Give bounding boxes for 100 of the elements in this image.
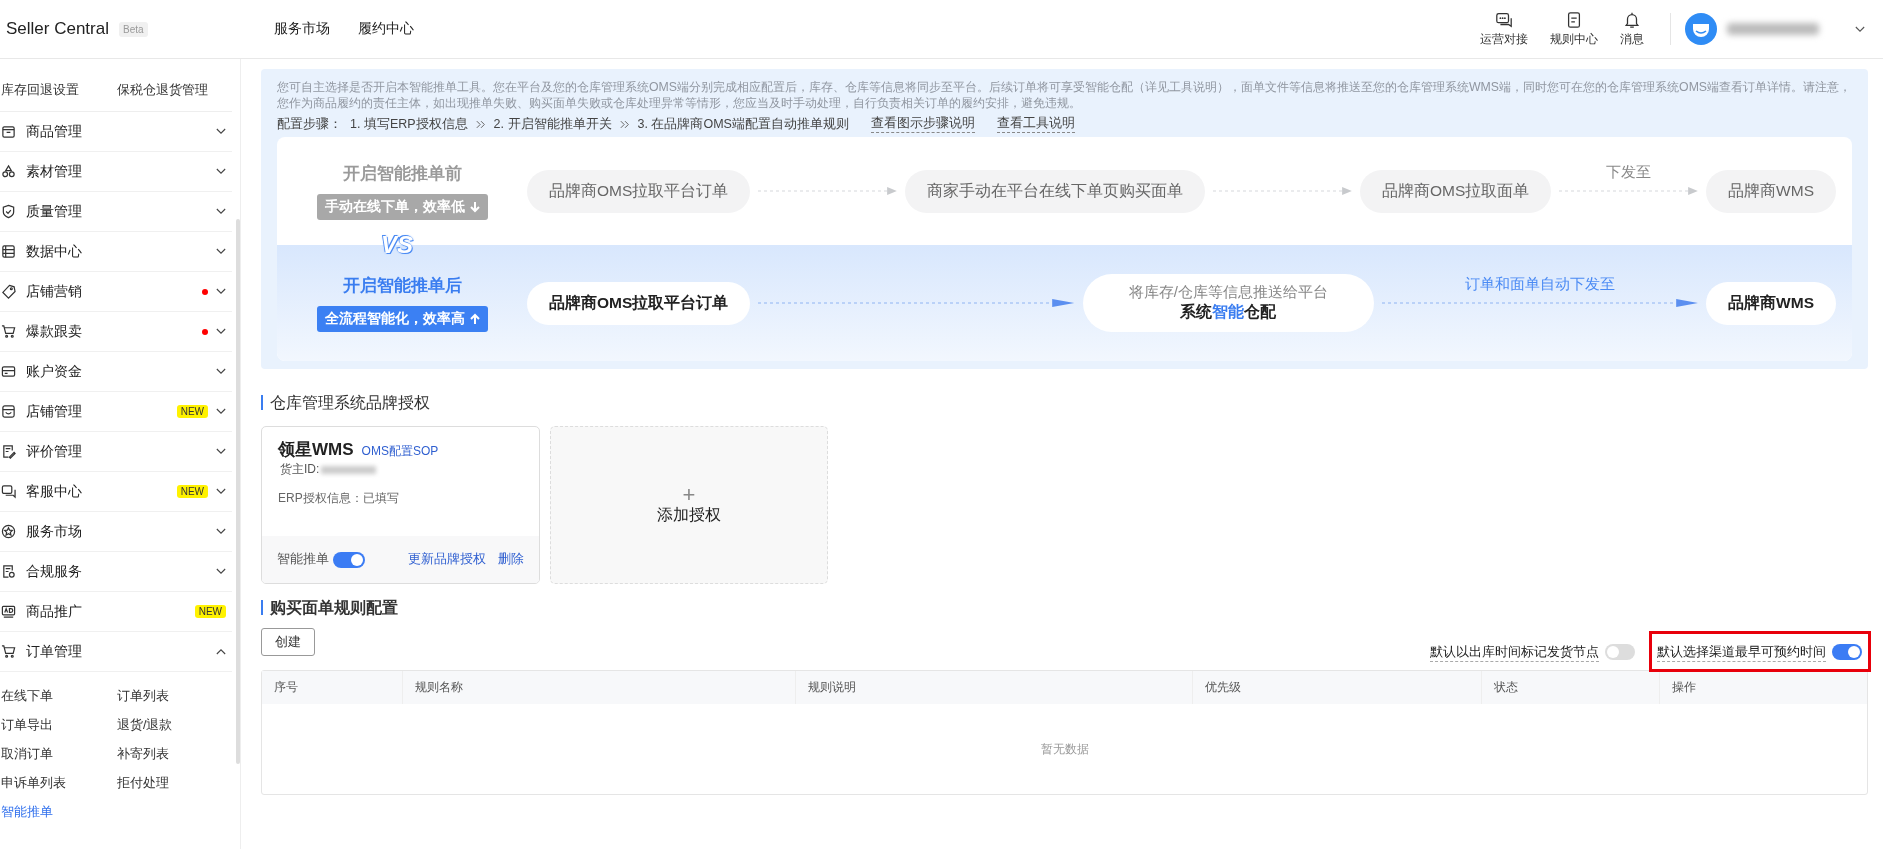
- connector-label: 下发至: [1606, 163, 1652, 182]
- sidebar-item[interactable]: 素材管理: [26, 162, 82, 181]
- help-link[interactable]: 查看工具说明: [996, 115, 1075, 133]
- caret-icon[interactable]: [216, 248, 226, 255]
- scrollbar[interactable]: [236, 219, 240, 764]
- sidebar-item[interactable]: 数据中心: [26, 242, 82, 261]
- shield-icon: [1, 204, 16, 219]
- nav-link[interactable]: 履约中心: [358, 20, 414, 38]
- ad-icon: [1, 604, 16, 619]
- double-chevron-icon: [475, 119, 486, 129]
- new-badge: NEW: [194, 605, 226, 618]
- flow-title: 开启智能推单后: [342, 275, 462, 297]
- nav-link[interactable]: 服务市场: [274, 20, 330, 38]
- sidebar-item[interactable]: 合规服务: [26, 562, 82, 581]
- add-authorization-card[interactable]: + 添加授权: [550, 426, 828, 584]
- caret-icon[interactable]: [216, 408, 226, 415]
- sidebar-item[interactable]: 客服中心: [26, 482, 82, 501]
- caret-icon[interactable]: [216, 328, 226, 335]
- sidebar-link[interactable]: 保税仓退货管理: [117, 80, 233, 100]
- sidebar-item[interactable]: 账户资金: [26, 362, 82, 381]
- sidebar-item[interactable]: 商品管理: [26, 122, 82, 141]
- caret-icon[interactable]: [216, 448, 226, 455]
- double-chevron-icon: [619, 119, 630, 129]
- action-label[interactable]: 规则中心: [1550, 30, 1598, 48]
- caret-icon[interactable]: [216, 288, 226, 295]
- doc-icon: [1, 564, 16, 579]
- star-icon: [1, 524, 16, 539]
- sidebar-item[interactable]: 评价管理: [26, 442, 82, 461]
- brand-name: 领星WMS: [278, 439, 354, 461]
- avatar-icon[interactable]: [1685, 13, 1717, 45]
- caret-icon[interactable]: [1855, 25, 1865, 33]
- step-text: 2. 开启智能推单开关: [493, 115, 612, 133]
- chat-icon[interactable]: [1495, 10, 1513, 29]
- bell-icon[interactable]: [1623, 10, 1641, 29]
- sidebar-link[interactable]: 订单列表: [117, 686, 233, 706]
- sidebar-link[interactable]: 智能推单: [1, 802, 117, 822]
- cart-icon: [1, 324, 16, 339]
- sidebar-item[interactable]: 商品推广: [26, 602, 82, 621]
- flow-step: 品牌商WMS: [1706, 169, 1836, 213]
- blurred-owner-id: [321, 465, 377, 474]
- connector-label: 订单和面单自动下发至: [1464, 275, 1615, 294]
- sidebar-link[interactable]: 退货/退款: [117, 715, 233, 735]
- sidebar-link[interactable]: 补寄列表: [117, 744, 233, 764]
- efficiency-tag: 全流程智能化，效率高: [324, 310, 465, 328]
- caret-icon[interactable]: [216, 568, 226, 575]
- sidebar-link[interactable]: 取消订单: [1, 744, 117, 764]
- sidebar-item[interactable]: 爆款跟卖: [26, 322, 82, 341]
- box-icon: [1, 124, 16, 139]
- caret-icon[interactable]: [216, 368, 226, 375]
- step-text: 3. 在品牌商OMS端配置自动推单规则: [637, 115, 849, 133]
- data-icon: [1, 244, 16, 259]
- sidebar-item[interactable]: 服务市场: [26, 522, 82, 541]
- review-icon: [1, 444, 16, 459]
- caret-icon[interactable]: [216, 648, 226, 655]
- toggle-label: 默认选择渠道最早可预约时间: [1657, 642, 1826, 662]
- new-badge: NEW: [176, 485, 208, 498]
- sidebar-item[interactable]: 订单管理: [26, 642, 82, 661]
- toggle-switch[interactable]: [333, 551, 365, 568]
- sop-link[interactable]: OMS配置SOP: [361, 443, 439, 460]
- sidebar-item[interactable]: 店铺营销: [26, 282, 82, 301]
- card-action-link[interactable]: 删除: [498, 551, 524, 568]
- caret-icon[interactable]: [216, 168, 226, 175]
- logo-text: Seller Central: [6, 19, 109, 39]
- flow-title: 开启智能推单前: [342, 163, 462, 185]
- create-button[interactable]: 创建: [261, 628, 315, 656]
- toggle-label: 默认以出库时间标记发货节点: [1430, 642, 1599, 662]
- sidebar-link[interactable]: 库存回退设置: [1, 80, 117, 100]
- column-header: 规则名称: [403, 671, 796, 704]
- action-label[interactable]: 运营对接: [1480, 30, 1528, 48]
- sidebar-item[interactable]: 质量管理: [26, 202, 82, 221]
- flow-step: 品牌商OMS拉取平台订单: [527, 281, 751, 325]
- wallet-icon: [1, 364, 16, 379]
- sidebar-link[interactable]: 在线下单: [1, 686, 117, 706]
- column-header: 优先级: [1193, 671, 1482, 704]
- toggle-label: 智能推单: [277, 551, 329, 568]
- flow-step: 品牌商WMS: [1706, 281, 1836, 325]
- cart-icon: [1, 644, 16, 659]
- card-action-link[interactable]: 更新品牌授权: [408, 551, 486, 568]
- sidebar-link[interactable]: 订单导出: [1, 715, 117, 735]
- sidebar-item[interactable]: 店铺管理: [26, 402, 82, 421]
- document-icon[interactable]: [1565, 10, 1583, 29]
- sidebar-link[interactable]: 申诉单列表: [1, 773, 117, 793]
- column-header: 序号: [262, 671, 403, 704]
- toggle-switch[interactable]: [1832, 644, 1862, 660]
- shapes-icon: [1, 164, 16, 179]
- caret-icon[interactable]: [216, 128, 226, 135]
- toggle-switch[interactable]: [1605, 644, 1635, 660]
- action-label[interactable]: 消息: [1620, 30, 1644, 48]
- arrow-down-icon: [469, 201, 480, 213]
- sidebar-link[interactable]: 拒付处理: [117, 773, 233, 793]
- column-header: 操作: [1671, 679, 1697, 696]
- caret-icon[interactable]: [216, 528, 226, 535]
- caret-icon[interactable]: [216, 488, 226, 495]
- empty-state-text: 暂无数据: [1040, 740, 1089, 758]
- chat-icon: [1, 484, 16, 499]
- flow-step: 品牌商OMS拉取面单: [1359, 169, 1552, 213]
- efficiency-tag: 手动在线下单，效率低: [324, 198, 465, 216]
- caret-icon[interactable]: [216, 208, 226, 215]
- vs-mark: VS: [381, 231, 413, 259]
- help-link[interactable]: 查看图示步骤说明: [870, 115, 975, 133]
